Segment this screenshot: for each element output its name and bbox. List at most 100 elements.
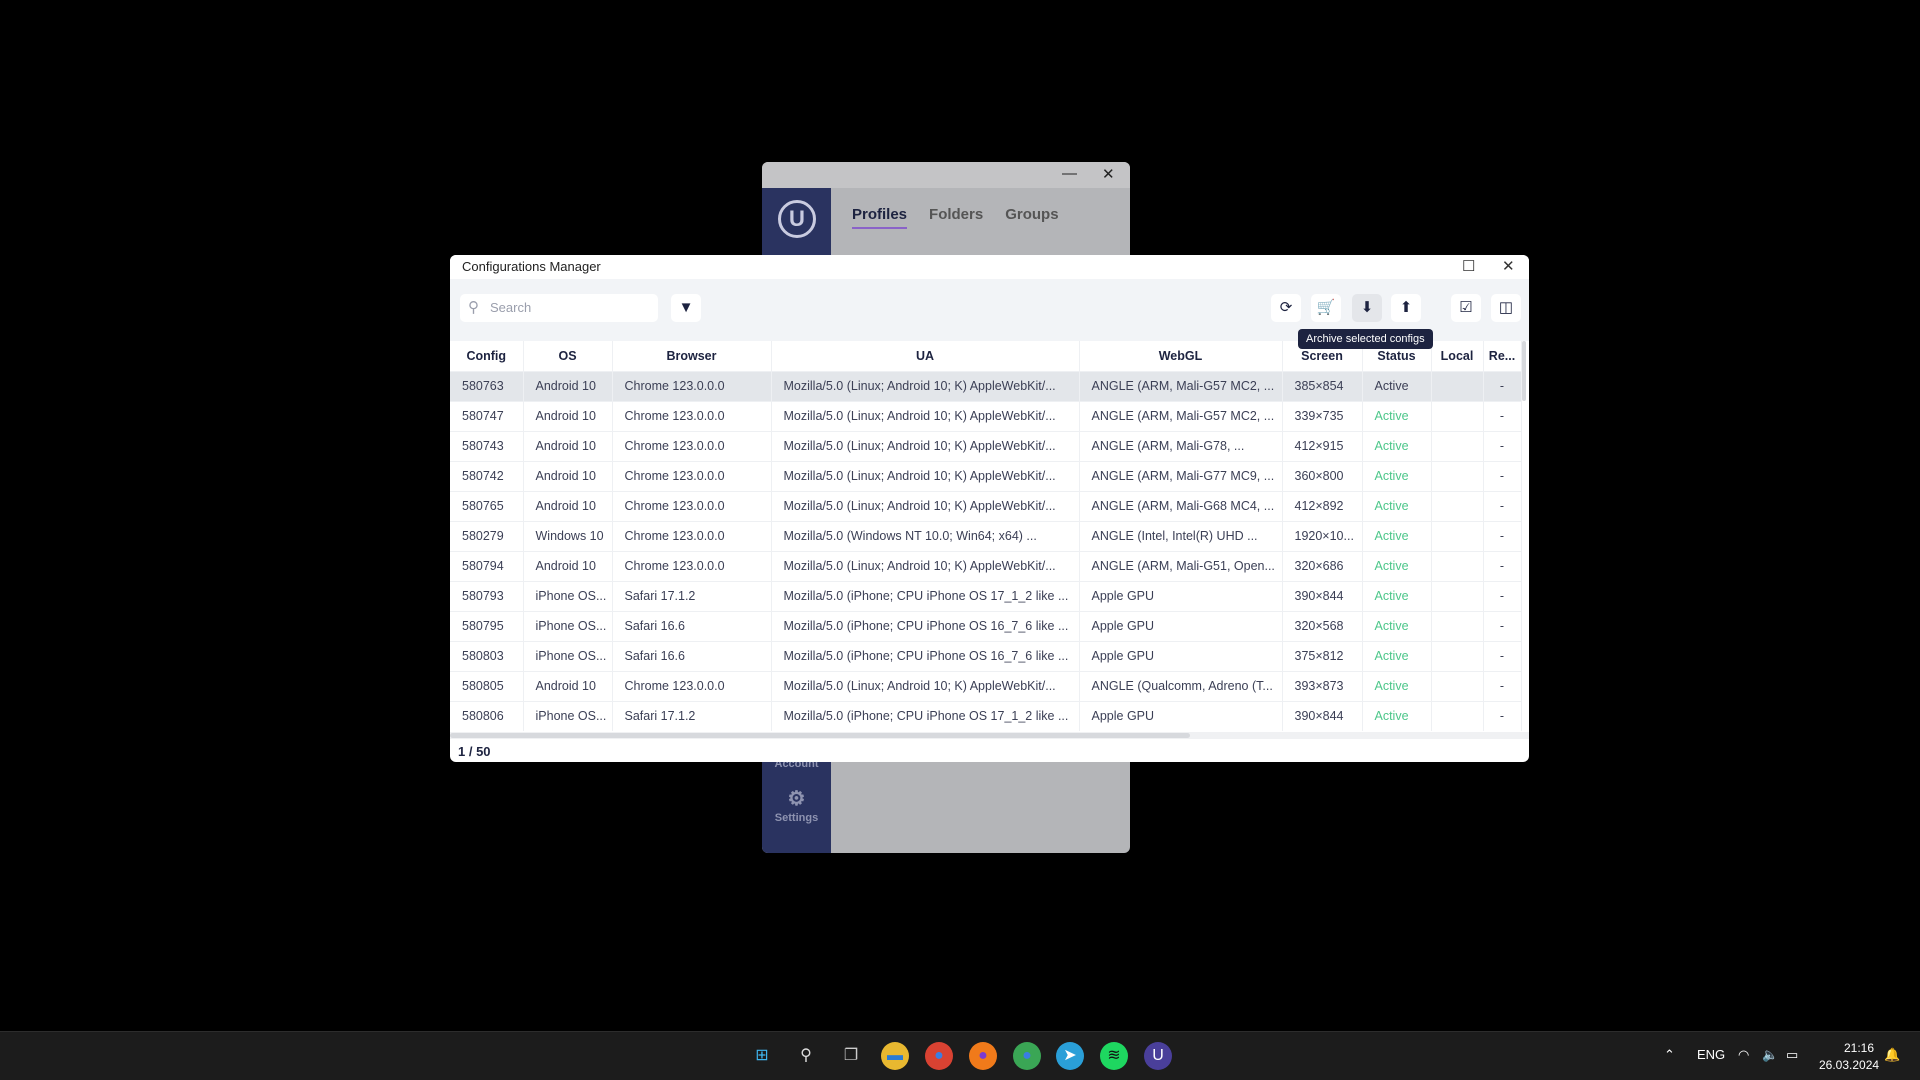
cell-status: Active [1362, 670, 1432, 701]
chevron-up-icon[interactable]: ⌃ [1664, 1047, 1675, 1063]
close-button[interactable]: ✕ [1102, 165, 1115, 183]
sidebar-item-settings[interactable]: Settings [762, 812, 831, 824]
cell-screen: 390×844 [1282, 700, 1363, 731]
table-row[interactable]: 580279 Windows 10 Chrome 123.0.0.0 Mozilla/… [450, 520, 1522, 551]
cell-screen: 339×735 [1282, 400, 1363, 431]
language-indicator[interactable]: ENG [1697, 1047, 1725, 1062]
cell-browser: Safari 17.1.2 [612, 700, 772, 731]
cell-ua: Mozilla/5.0 (iPhone; CPU iPhone OS 17_1_… [771, 580, 1080, 611]
battery-icon[interactable]: ▭ [1786, 1047, 1798, 1063]
table-row[interactable]: 580806 iPhone OS... Safari 17.1.2 Mozilla/5… [450, 700, 1522, 731]
cart-icon: 🛒 [1316, 299, 1336, 316]
cell-config: 580765 [450, 490, 524, 521]
spotify-icon[interactable]: ≋ [1100, 1042, 1128, 1070]
cart-button[interactable]: 🛒 [1311, 294, 1341, 322]
cell-screen: 1920×10... [1282, 520, 1363, 551]
search-input[interactable]: ⚲ Search [460, 294, 658, 322]
chrome-icon[interactable]: ● [925, 1042, 953, 1070]
column-header-os[interactable]: OS [523, 341, 613, 371]
archive-down-button[interactable]: ⬇ [1352, 294, 1382, 322]
columns-icon: ◫ [1498, 299, 1514, 316]
select-all-button[interactable]: ☑ [1451, 294, 1481, 322]
cell-re: - [1483, 520, 1522, 551]
file-explorer-icon[interactable]: ▬ [881, 1042, 909, 1070]
search-icon[interactable]: ⚲ [792, 1042, 820, 1070]
tab-profiles[interactable]: Profiles [852, 206, 908, 229]
cell-re: - [1483, 580, 1522, 611]
maximize-button[interactable]: ☐ [1462, 257, 1475, 275]
column-header-local[interactable]: Local [1431, 341, 1484, 371]
column-header-browser[interactable]: Browser [612, 341, 772, 371]
table-row[interactable]: 580763 Android 10 Chrome 123.0.0.0 Mozilla/… [450, 370, 1522, 401]
firefox-icon[interactable]: ● [969, 1042, 997, 1070]
cell-webgl: ANGLE (Qualcomm, Adreno (T... [1079, 670, 1283, 701]
cell-browser: Safari 17.1.2 [612, 580, 772, 611]
column-header-webgl[interactable]: WebGL [1079, 341, 1283, 371]
table-row[interactable]: 580743 Android 10 Chrome 123.0.0.0 Mozilla/… [450, 430, 1522, 461]
tab-groups[interactable]: Groups [1005, 206, 1058, 229]
cell-ua: Mozilla/5.0 (iPhone; CPU iPhone OS 16_7_… [771, 610, 1080, 641]
table-row[interactable]: 580765 Android 10 Chrome 123.0.0.0 Mozilla/… [450, 490, 1522, 521]
pagination: 1 / 50 [458, 744, 491, 759]
horizontal-scrollbar[interactable] [450, 732, 1529, 739]
cell-screen: 360×800 [1282, 460, 1363, 491]
dialog-title: Configurations Manager [462, 259, 601, 274]
volume-icon[interactable]: 🔈 [1762, 1047, 1778, 1063]
columns-button[interactable]: ◫ [1491, 294, 1521, 322]
filter-button[interactable]: ▼ [671, 294, 701, 322]
cell-ua: Mozilla/5.0 (Linux; Android 10; K) Apple… [771, 430, 1080, 461]
cell-screen: 390×844 [1282, 580, 1363, 611]
cell-browser: Chrome 123.0.0.0 [612, 460, 772, 491]
clock-time[interactable]: 21:16 [1844, 1041, 1874, 1055]
windows-start-icon[interactable]: ⊞ [748, 1042, 776, 1070]
cell-config: 580805 [450, 670, 524, 701]
column-header-ua[interactable]: UA [771, 341, 1080, 371]
cell-browser: Chrome 123.0.0.0 [612, 490, 772, 521]
table-row[interactable]: 580793 iPhone OS... Safari 17.1.2 Mozilla/5… [450, 580, 1522, 611]
cell-webgl: ANGLE (Intel, Intel(R) UHD ... [1079, 520, 1283, 551]
cell-ua: Mozilla/5.0 (Linux; Android 10; K) Apple… [771, 460, 1080, 491]
cell-local [1431, 640, 1484, 671]
task-view-icon[interactable]: ❐ [837, 1042, 865, 1070]
cell-status: Active [1362, 490, 1432, 521]
table-row[interactable]: 580803 iPhone OS... Safari 16.6 Mozilla/5.0… [450, 640, 1522, 671]
table-row[interactable]: 580747 Android 10 Chrome 123.0.0.0 Mozilla/… [450, 400, 1522, 431]
configurations-manager-dialog: Configurations Manager ☐ ✕ ⚲ Search ▼ ⟳ 🛒… [450, 255, 1529, 762]
table-row[interactable]: 580742 Android 10 Chrome 123.0.0.0 Mozilla/… [450, 460, 1522, 491]
wifi-icon[interactable]: ◠ [1738, 1047, 1749, 1063]
minimize-button[interactable]: — [1062, 165, 1077, 182]
table-row[interactable]: 580805 Android 10 Chrome 123.0.0.0 Mozilla/… [450, 670, 1522, 701]
cell-local [1431, 520, 1484, 551]
gear-icon[interactable]: ⚙ [762, 786, 831, 811]
cell-local [1431, 460, 1484, 491]
refresh-button[interactable]: ⟳ [1271, 294, 1301, 322]
cell-re: - [1483, 460, 1522, 491]
column-header-config[interactable]: Config [450, 341, 524, 371]
chrome-profile-icon[interactable]: ● [1013, 1042, 1041, 1070]
main-tabs: Profiles Folders Groups [852, 206, 1059, 229]
telegram-icon[interactable]: ➤ [1056, 1042, 1084, 1070]
clock-date[interactable]: 26.03.2024 [1819, 1058, 1879, 1072]
cell-ua: Mozilla/5.0 (Linux; Android 10; K) Apple… [771, 670, 1080, 701]
close-button[interactable]: ✕ [1502, 257, 1515, 275]
cell-os: Android 10 [523, 670, 613, 701]
dialog-titlebar: Configurations Manager ☐ ✕ [450, 255, 1529, 279]
cell-webgl: ANGLE (ARM, Mali-G57 MC2, ... [1079, 400, 1283, 431]
cell-re: - [1483, 700, 1522, 731]
undetectable-icon[interactable]: U [1144, 1042, 1172, 1070]
cell-local [1431, 670, 1484, 701]
cell-screen: 320×568 [1282, 610, 1363, 641]
archive-up-button[interactable]: ⬆ [1391, 294, 1421, 322]
cell-status: Active [1362, 640, 1432, 671]
cell-webgl: Apple GPU [1079, 610, 1283, 641]
notification-bell-icon[interactable]: 🔔 [1884, 1047, 1900, 1063]
cell-config: 580743 [450, 430, 524, 461]
vertical-scrollbar[interactable] [1522, 341, 1527, 686]
cell-webgl: Apple GPU [1079, 580, 1283, 611]
cell-ua: Mozilla/5.0 (iPhone; CPU iPhone OS 17_1_… [771, 700, 1080, 731]
table-row[interactable]: 580794 Android 10 Chrome 123.0.0.0 Mozilla/… [450, 550, 1522, 581]
table-row[interactable]: 580795 iPhone OS... Safari 16.6 Mozilla/5.0… [450, 610, 1522, 641]
tab-folders[interactable]: Folders [929, 206, 983, 229]
column-header-re[interactable]: Re... [1483, 341, 1522, 371]
cell-local [1431, 550, 1484, 581]
